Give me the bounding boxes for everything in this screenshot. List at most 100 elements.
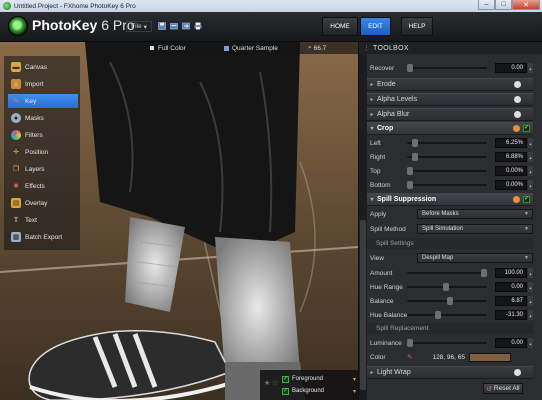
app-window: Untitled Project - FXhome PhotoKey 6 Pro… [0, 0, 542, 400]
nav-edit-button[interactable]: EDIT [360, 17, 391, 36]
layer-background[interactable]: ✓ Background ▾ [282, 385, 356, 397]
spinner-icon[interactable]: ▴ [528, 138, 533, 148]
spinner-icon[interactable]: ▴ [528, 268, 533, 278]
tool-masks[interactable]: ● Masks [8, 111, 78, 125]
open-folder-icon[interactable] [170, 22, 178, 30]
zoom-value[interactable]: 66.7 [314, 45, 327, 52]
save-icon[interactable] [158, 22, 166, 30]
crop-top-slider[interactable] [407, 167, 487, 175]
recover-slider[interactable] [407, 64, 487, 72]
color-mode-select[interactable]: Full Color [158, 45, 224, 52]
slider-knob[interactable] [412, 139, 418, 147]
nav-home-button[interactable]: HOME [322, 17, 358, 36]
tool-text[interactable]: T Text [8, 213, 78, 227]
amount-slider[interactable] [407, 269, 487, 277]
spinner-icon[interactable]: ▴ [528, 282, 533, 292]
tool-effects[interactable]: ✸ Effects [8, 179, 78, 193]
section-light-wrap[interactable]: ▸ Light Wrap [367, 366, 533, 379]
clock-icon[interactable] [514, 81, 521, 88]
chevron-down-icon[interactable]: ▾ [353, 376, 356, 383]
section-alpha-blur[interactable]: ▸ Alpha Blur [367, 108, 533, 121]
reset-all-button[interactable]: ↺ Reset All [483, 383, 523, 394]
enable-checkbox-icon[interactable]: ✓ [523, 125, 530, 132]
minimize-button[interactable]: – [478, 0, 495, 10]
slider-knob[interactable] [443, 283, 449, 291]
balance-value[interactable]: 6.87 [495, 296, 527, 306]
layer-foreground[interactable]: ✓ Foreground ▾ [282, 373, 356, 385]
slider-knob[interactable] [435, 311, 441, 319]
spinner-icon[interactable]: ▴ [528, 338, 533, 348]
section-crop[interactable]: ▾ Crop ✓ [367, 122, 533, 135]
reset-icon[interactable] [513, 196, 520, 203]
apply-dropdown[interactable]: Before Masks ▼ [417, 209, 533, 219]
scrollbar-thumb[interactable] [360, 220, 366, 390]
toolbox-scrollbar[interactable] [359, 54, 367, 400]
spinner-icon[interactable]: ▴ [528, 63, 533, 73]
hue-balance-slider[interactable] [407, 311, 487, 319]
spinner-icon[interactable]: ▴ [528, 152, 533, 162]
tool-batch-export[interactable]: ▦ Batch Export [8, 230, 78, 244]
slider-knob[interactable] [481, 269, 487, 277]
crop-right-value[interactable]: 6.88% [495, 152, 527, 162]
close-button[interactable]: ✕ [512, 0, 540, 10]
color-swatch[interactable] [468, 352, 511, 362]
crop-top-value[interactable]: 0.00% [495, 166, 527, 176]
section-erode[interactable]: ▸ Erode [367, 78, 533, 91]
spill-method-dropdown[interactable]: Spill Simulation ▼ [417, 224, 533, 234]
eyedropper-icon[interactable]: ✎ [407, 353, 412, 361]
print-icon[interactable] [194, 22, 202, 30]
slider-knob[interactable] [412, 153, 418, 161]
maximize-button[interactable]: □ [495, 0, 512, 10]
hue-balance-value[interactable]: -31.30 [495, 310, 527, 320]
slider-knob[interactable] [407, 181, 413, 189]
slider-knob[interactable] [407, 339, 413, 347]
star-outline-icon[interactable]: ☆ [272, 379, 278, 387]
section-alpha-levels[interactable]: ▸ Alpha Levels [367, 93, 533, 106]
clock-icon[interactable] [514, 369, 521, 376]
recover-label: Recover [370, 64, 395, 72]
spinner-icon[interactable]: ▴ [528, 310, 533, 320]
crop-right-slider[interactable] [407, 153, 487, 161]
tool-filters[interactable]: Filters [8, 128, 78, 142]
tool-key[interactable]: ✎ Key [8, 94, 78, 108]
tool-position[interactable]: ✛ Position [8, 145, 78, 159]
crop-bottom-value[interactable]: 0.00% [495, 180, 527, 190]
crop-left-value[interactable]: 6.25% [495, 138, 527, 148]
file-menu[interactable]: File ▾ [126, 21, 152, 32]
tool-canvas[interactable]: ▬ Canvas [8, 60, 78, 74]
amount-value[interactable]: 100.00 [495, 268, 527, 278]
nav-help-button[interactable]: HELP [401, 17, 433, 36]
export-icon[interactable] [182, 22, 190, 30]
clock-icon[interactable] [514, 111, 521, 118]
chevron-down-icon: ▾ [143, 23, 147, 31]
hue-range-slider[interactable] [407, 283, 487, 291]
tool-import[interactable]: ↓ Import [8, 77, 78, 91]
slider-knob[interactable] [447, 297, 453, 305]
luminance-slider[interactable] [407, 339, 487, 347]
slider-knob[interactable] [407, 167, 413, 175]
window-controls: – □ ✕ [478, 0, 540, 11]
slider-knob[interactable] [407, 64, 413, 72]
clock-icon[interactable] [514, 96, 521, 103]
crop-left-slider[interactable] [407, 139, 487, 147]
section-spill-suppression[interactable]: ▾ Spill Suppression ✓ [367, 193, 533, 206]
view-dropdown[interactable]: Despill Map ▼ [417, 253, 533, 263]
luminance-value[interactable]: 0.00 [495, 338, 527, 348]
tool-layers[interactable]: ❐ Layers [8, 162, 78, 176]
crop-bottom-slider[interactable] [407, 181, 487, 189]
spinner-icon[interactable]: ▴ [528, 296, 533, 306]
balance-slider[interactable] [407, 297, 487, 305]
checkbox-icon[interactable]: ✓ [282, 375, 289, 383]
enable-checkbox-icon[interactable]: ✓ [523, 196, 530, 203]
quality-select[interactable]: Quarter Sample [232, 45, 308, 52]
tool-overlay[interactable]: ▤ Overlay [8, 196, 78, 210]
checkbox-icon[interactable]: ✓ [282, 387, 289, 395]
reset-icon[interactable] [513, 125, 520, 132]
recover-value[interactable]: 0.00 [495, 63, 527, 73]
spill-method-label: Spill Method [370, 225, 406, 233]
chevron-down-icon[interactable]: ▾ [353, 388, 356, 395]
spinner-icon[interactable]: ▴ [528, 166, 533, 176]
star-icon[interactable]: ★ [264, 379, 270, 387]
spinner-icon[interactable]: ▴ [528, 180, 533, 190]
hue-range-value[interactable]: 0.00 [495, 282, 527, 292]
